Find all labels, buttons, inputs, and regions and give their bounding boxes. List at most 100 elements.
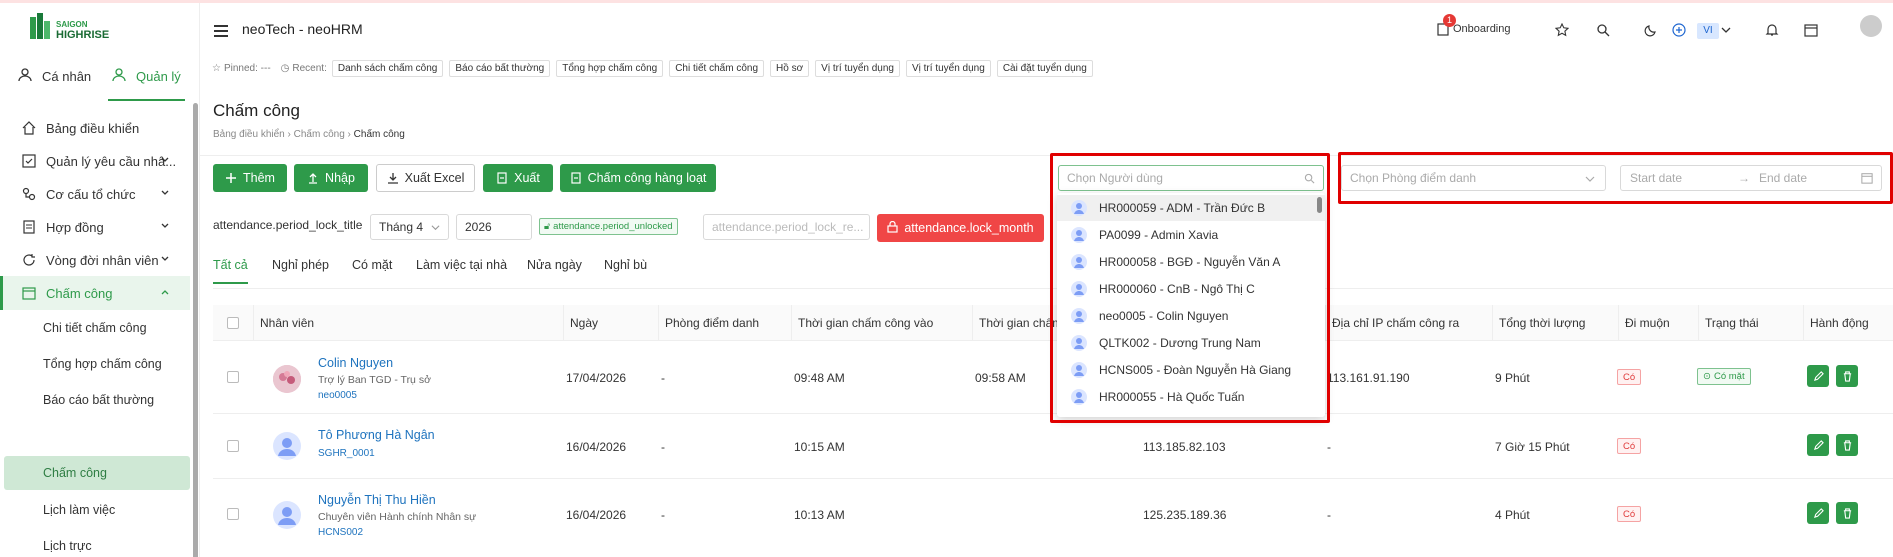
sidebar-subitem-work-schedule[interactable]: Lịch làm việc (4, 493, 190, 527)
edit-button[interactable] (1807, 502, 1829, 524)
row-checkbox[interactable] (227, 371, 239, 383)
export-excel-button[interactable]: Xuất Excel (376, 164, 475, 192)
employee-code-link[interactable]: neo0005 (318, 390, 357, 401)
header-cell-date[interactable]: Ngày (563, 305, 658, 341)
user-select[interactable]: Chọn Người dùng (1058, 165, 1324, 191)
breadcrumb-item[interactable]: Chấm công (294, 129, 345, 140)
tab-present[interactable]: Có mặt (352, 258, 392, 272)
sidebar-scrollbar[interactable] (193, 103, 198, 557)
sidebar-subitem-duty-schedule[interactable]: Lịch trực (4, 529, 190, 557)
employee-name-link[interactable]: Nguyễn Thị Thu Hiền (318, 493, 436, 507)
chevron-down-icon[interactable] (1721, 23, 1731, 37)
lock-reason-input[interactable]: attendance.period_lock_re... (703, 214, 870, 240)
sidebar-item-lifecycle[interactable]: Vòng đời nhân viên (0, 243, 190, 277)
role-tab-personal[interactable]: Cá nhân (18, 61, 91, 91)
employee-code-link[interactable]: HCNS002 (318, 527, 363, 538)
sidebar-subitem-attendance[interactable]: Chấm công (4, 456, 190, 490)
start-date-input[interactable]: Start date (1630, 171, 1682, 185)
tab-leave[interactable]: Nghỉ phép (272, 258, 329, 272)
user-option[interactable]: HR000059 - ADM - Trần Đức B (1057, 195, 1325, 221)
recent-chip[interactable]: Cài đặt tuyển dụng (996, 59, 1093, 77)
sidebar-subitem-anomaly-report[interactable]: Báo cáo bất thường (4, 383, 190, 417)
header-cell-employee[interactable]: Nhân viên (253, 305, 553, 341)
recent-chip[interactable]: Báo cáo bất thường (449, 59, 551, 77)
calendar-icon[interactable] (1804, 23, 1818, 37)
employee-name-link[interactable]: Tô Phương Hà Ngân (318, 428, 435, 442)
sidebar-item-contracts[interactable]: Hợp đồng (0, 210, 190, 244)
user-option[interactable]: neo0005 - Colin Nguyen (1057, 303, 1325, 329)
user-option[interactable]: HR000060 - CnB - Ngô Thị C (1057, 276, 1325, 302)
header-cell-room[interactable]: Phòng điểm danh (658, 305, 791, 341)
recent-chip[interactable]: Vị trí tuyển dụng (815, 59, 900, 77)
user-option[interactable]: HCNS005 - Đoàn Nguyễn Hà Giang (1057, 357, 1325, 383)
search-icon[interactable] (1596, 23, 1610, 37)
breadcrumb-item[interactable]: Bảng điều khiển (213, 129, 285, 140)
date-range-picker[interactable]: Start date → End date (1620, 165, 1882, 191)
recent-chip[interactable]: Tổng hợp chấm công (556, 59, 664, 77)
user-avatar[interactable] (1860, 15, 1882, 37)
sidebar-subitem-attendance-detail[interactable]: Chi tiết chấm công (4, 311, 190, 345)
export-button[interactable]: Xuất (483, 164, 553, 192)
header-cell-late[interactable]: Đi muộn (1618, 305, 1698, 341)
recent-chip[interactable]: Vị trí tuyển dụng (905, 59, 991, 77)
sidebar-subitem-attendance-summary[interactable]: Tổng hợp chấm công (4, 347, 190, 381)
sidebar-item-dashboard[interactable]: Bảng điều khiển (0, 111, 190, 145)
cell-ip-in: 113.185.82.103 (1143, 440, 1226, 454)
row-checkbox[interactable] (227, 440, 239, 452)
employee-code-link[interactable]: SGHR_0001 (318, 448, 375, 459)
edit-button[interactable] (1807, 434, 1829, 456)
add-button[interactable]: Thêm (213, 164, 287, 192)
table-row[interactable]: Nguyễn Thị Thu Hiền Chuyên viên Hành chí… (213, 479, 1893, 557)
tab-half-day[interactable]: Nửa ngày (527, 258, 582, 272)
table-row[interactable]: Colin Nguyen Trợ lý Ban TGD - Trụ sở neo… (213, 341, 1893, 414)
delete-button[interactable] (1836, 502, 1858, 524)
add-circle-icon[interactable] (1672, 23, 1686, 37)
header-cell-status[interactable]: Trạng thái (1698, 305, 1803, 341)
delete-button[interactable] (1836, 365, 1858, 387)
sidebar-item-organization[interactable]: Cơ cấu tổ chức (0, 177, 190, 211)
language-selector[interactable]: VI (1697, 23, 1719, 39)
star-icon[interactable] (1555, 23, 1569, 37)
user-option[interactable]: HR000055 - Hà Quốc Tuấn (1057, 384, 1325, 410)
onboarding-button[interactable]: 1 Onboarding (1437, 14, 1511, 43)
table-row[interactable]: Tô Phương Hà Ngân SGHR_0001 16/04/2026 -… (213, 414, 1893, 479)
tab-all[interactable]: Tất cả (213, 258, 248, 284)
lock-month-button[interactable]: attendance.lock_month (877, 214, 1044, 242)
delete-button[interactable] (1836, 434, 1858, 456)
room-select[interactable]: Chọn Phòng điểm danh (1341, 165, 1606, 191)
menu-toggle-icon[interactable] (214, 25, 228, 37)
recent-chip[interactable]: Hồ sơ (770, 59, 810, 77)
bell-icon[interactable] (1765, 23, 1779, 37)
select-all-checkbox[interactable] (227, 317, 239, 329)
recent-chip[interactable]: Danh sách chấm công (331, 59, 444, 77)
sidebar-item-attendance[interactable]: Chấm công (0, 276, 190, 310)
end-date-input[interactable]: End date (1759, 171, 1807, 185)
month-select[interactable]: Tháng 4 (370, 214, 449, 240)
row-checkbox[interactable] (227, 508, 239, 520)
search-icon (1304, 173, 1315, 184)
role-tab-manage[interactable]: Quản lý (108, 61, 185, 101)
pinned-label: Pinned: --- (223, 62, 271, 74)
tab-wfh[interactable]: Làm việc tại nhà (416, 258, 507, 272)
company-logo[interactable]: SAIGON HIGHRISE (30, 13, 140, 41)
sidebar: SAIGON HIGHRISE Cá nhân Quản lý Bảng điề… (0, 3, 200, 557)
user-option[interactable]: HR000058 - BGĐ - Nguyễn Văn A (1057, 249, 1325, 275)
recent-chip[interactable]: Chi tiết chấm công (669, 59, 765, 77)
moon-icon[interactable] (1644, 23, 1658, 37)
user-option[interactable]: PA0099 - Admin Xavia (1057, 222, 1325, 248)
header-cell-ip-out[interactable]: Địa chỉ IP chấm công ra (1325, 305, 1492, 341)
bulk-attendance-button[interactable]: Chấm công hàng loạt (560, 164, 716, 192)
tab-comp-leave[interactable]: Nghỉ bù (604, 258, 647, 272)
header-cell-duration[interactable]: Tổng thời lượng (1492, 305, 1618, 341)
chevron-up-icon (161, 290, 169, 295)
edit-button[interactable] (1807, 365, 1829, 387)
header-cell-check-in[interactable]: Thời gian chấm công vào (791, 305, 972, 341)
pencil-icon (1813, 439, 1824, 450)
header-cell-select (213, 305, 243, 341)
user-option[interactable]: QLTK002 - Dương Trung Nam (1057, 330, 1325, 356)
year-input[interactable]: 2026 (456, 214, 532, 240)
employee-name-link[interactable]: Colin Nguyen (318, 356, 393, 370)
import-button[interactable]: Nhập (294, 164, 368, 192)
sidebar-item-requests[interactable]: Quản lý yêu cầu nhâ... (0, 144, 190, 178)
dropdown-scrollbar[interactable] (1317, 197, 1322, 213)
